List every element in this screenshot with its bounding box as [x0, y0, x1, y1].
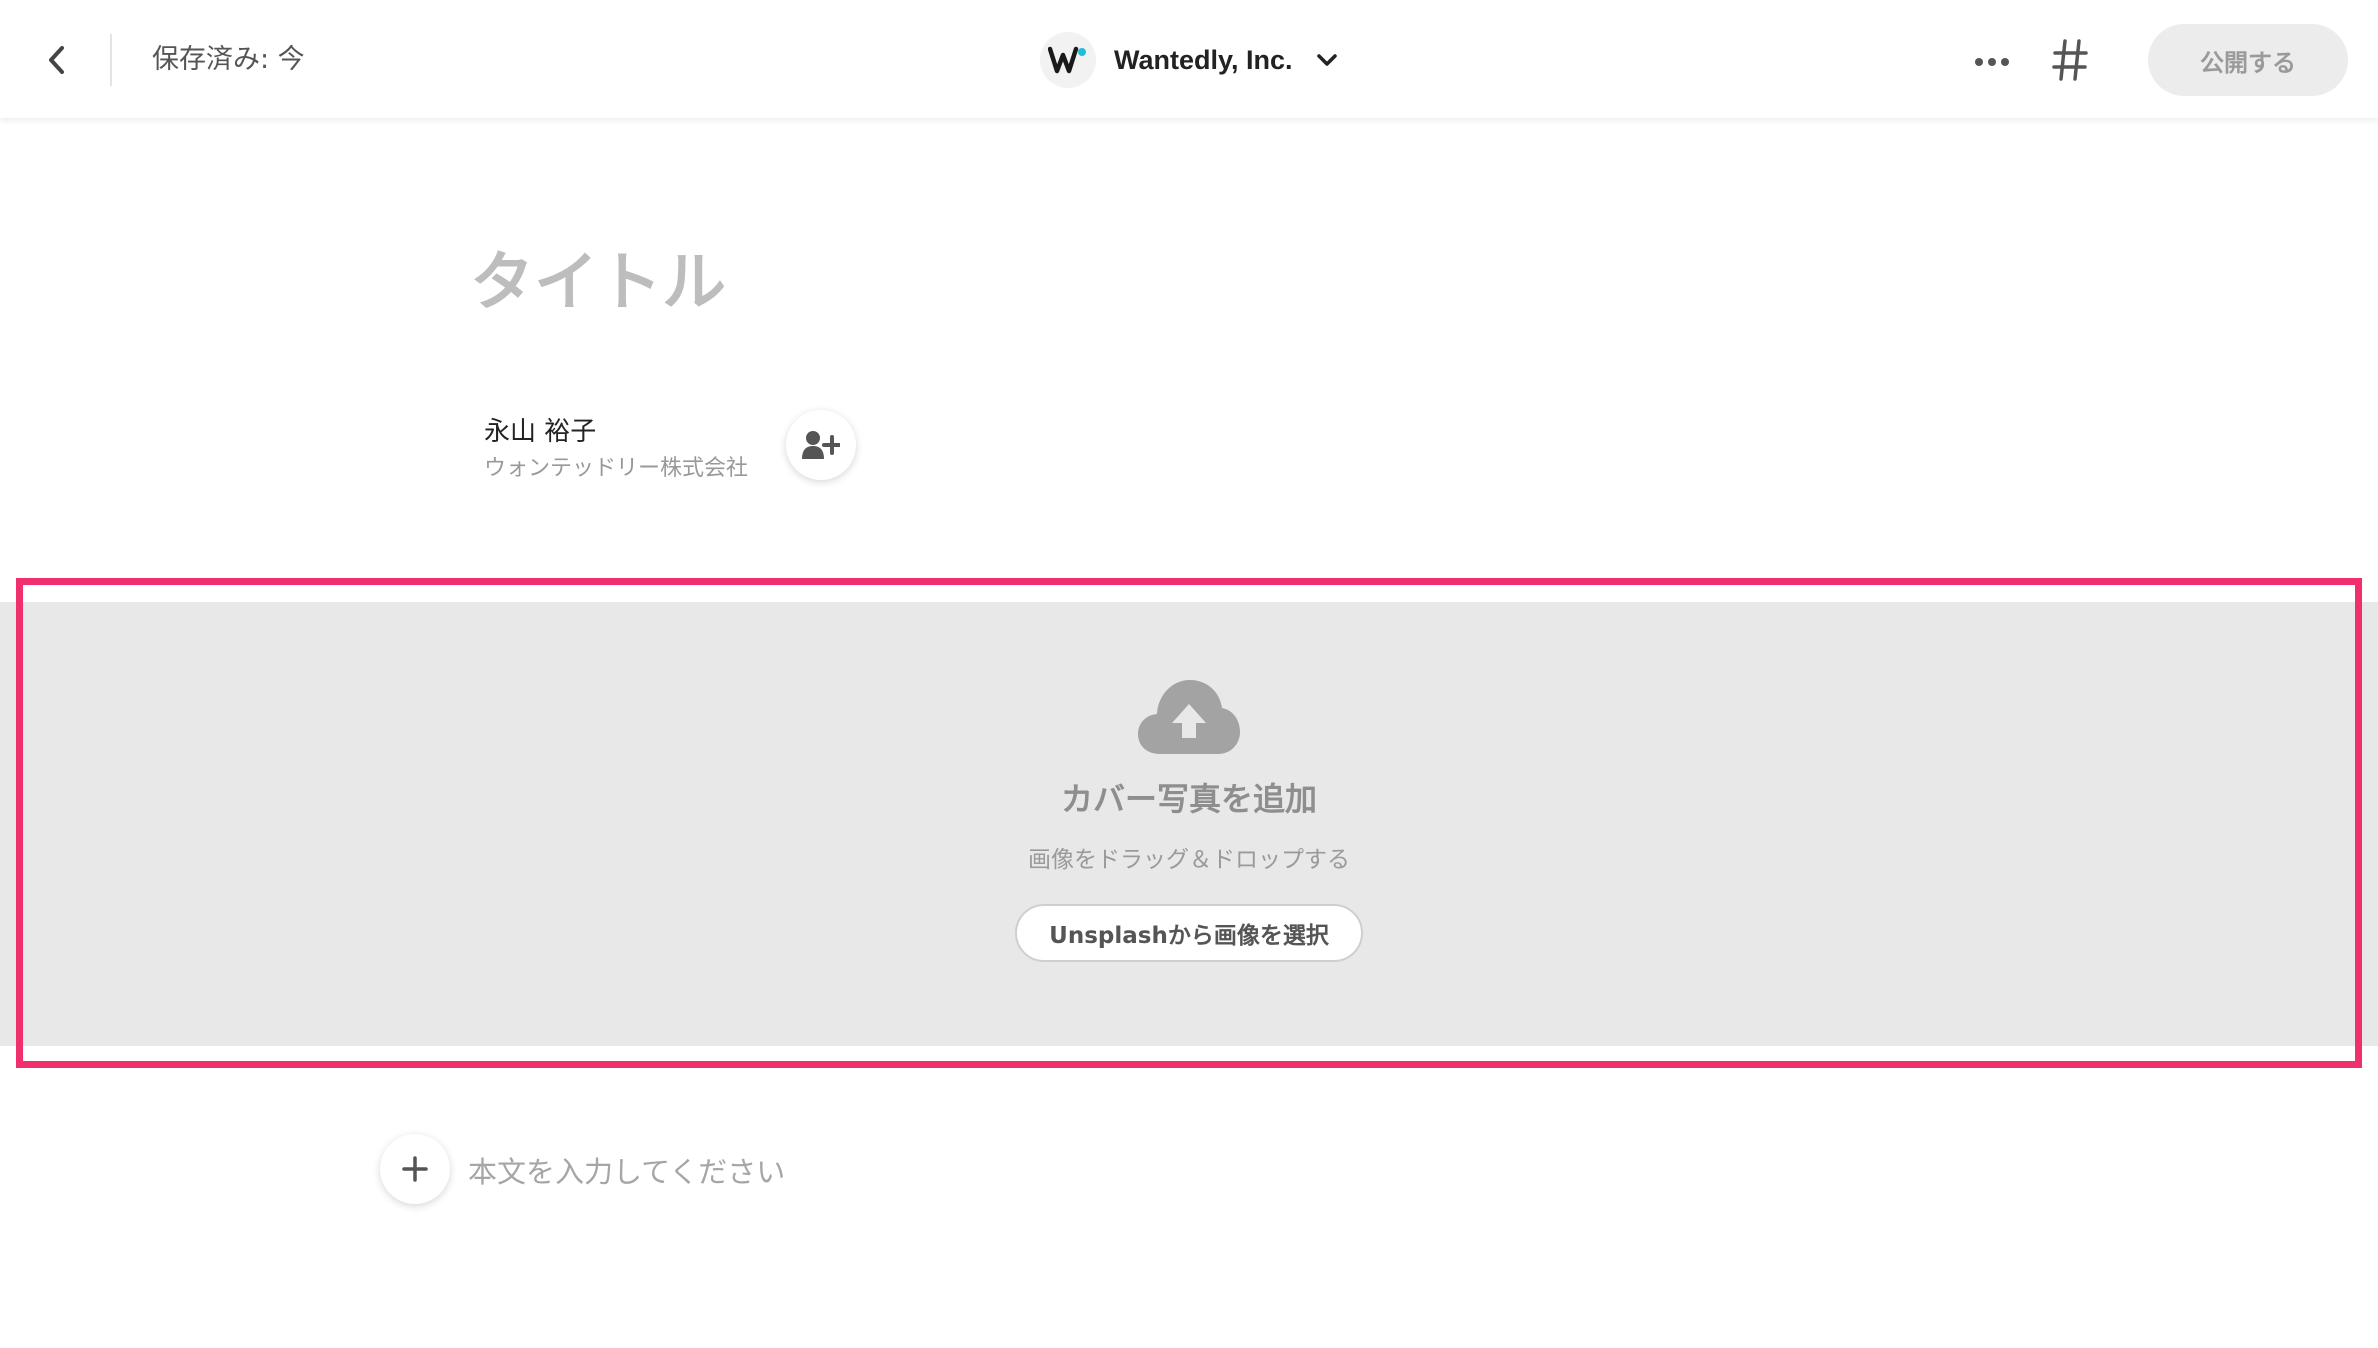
publish-button[interactable]: 公開する: [2148, 24, 2348, 96]
more-horizontal-icon: [1975, 58, 2009, 66]
chevron-down-icon: [1315, 52, 1339, 68]
article-editor-page: 保存済み: 今 Wantedly, Inc. 公開する タイトル 永山 裕子 ウ…: [0, 0, 2378, 1348]
header-divider: [110, 34, 112, 86]
cloud-upload-icon: [1138, 680, 1240, 754]
cover-title: カバー写真を追加: [1060, 780, 1317, 818]
company-name: Wantedly, Inc.: [1114, 44, 1293, 75]
hashtag-button[interactable]: [2040, 30, 2100, 90]
add-author-button[interactable]: [786, 410, 856, 480]
title-input[interactable]: [470, 238, 1870, 328]
saved-status: 保存済み: 今: [152, 44, 305, 75]
author-company: ウォンテッドリー株式会社: [484, 456, 749, 481]
wantedly-logo-icon: [1040, 32, 1096, 88]
editor-header: 保存済み: 今 Wantedly, Inc. 公開する: [0, 0, 2378, 118]
author-name: 永山 裕子: [484, 417, 597, 447]
add-block-button[interactable]: [380, 1134, 450, 1204]
add-user-icon: [802, 431, 840, 459]
cover-photo-content: カバー写真を追加 画像をドラッグ＆ドロップする Unsplashから画像を選択: [0, 676, 2378, 962]
hashtag-icon: [2052, 39, 2088, 81]
company-switcher[interactable]: Wantedly, Inc.: [1040, 30, 1339, 90]
unsplash-select-button[interactable]: Unsplashから画像を選択: [1015, 904, 1363, 962]
more-options-button[interactable]: [1966, 36, 2018, 88]
cover-subtitle: 画像をドラッグ＆ドロップする: [1028, 847, 1350, 873]
chevron-left-icon: [49, 46, 64, 74]
author-info: 永山 裕子 ウォンテッドリー株式会社: [484, 412, 748, 486]
back-button[interactable]: [30, 34, 82, 86]
body-input[interactable]: [468, 1150, 1868, 1194]
plus-icon: [402, 1156, 428, 1182]
